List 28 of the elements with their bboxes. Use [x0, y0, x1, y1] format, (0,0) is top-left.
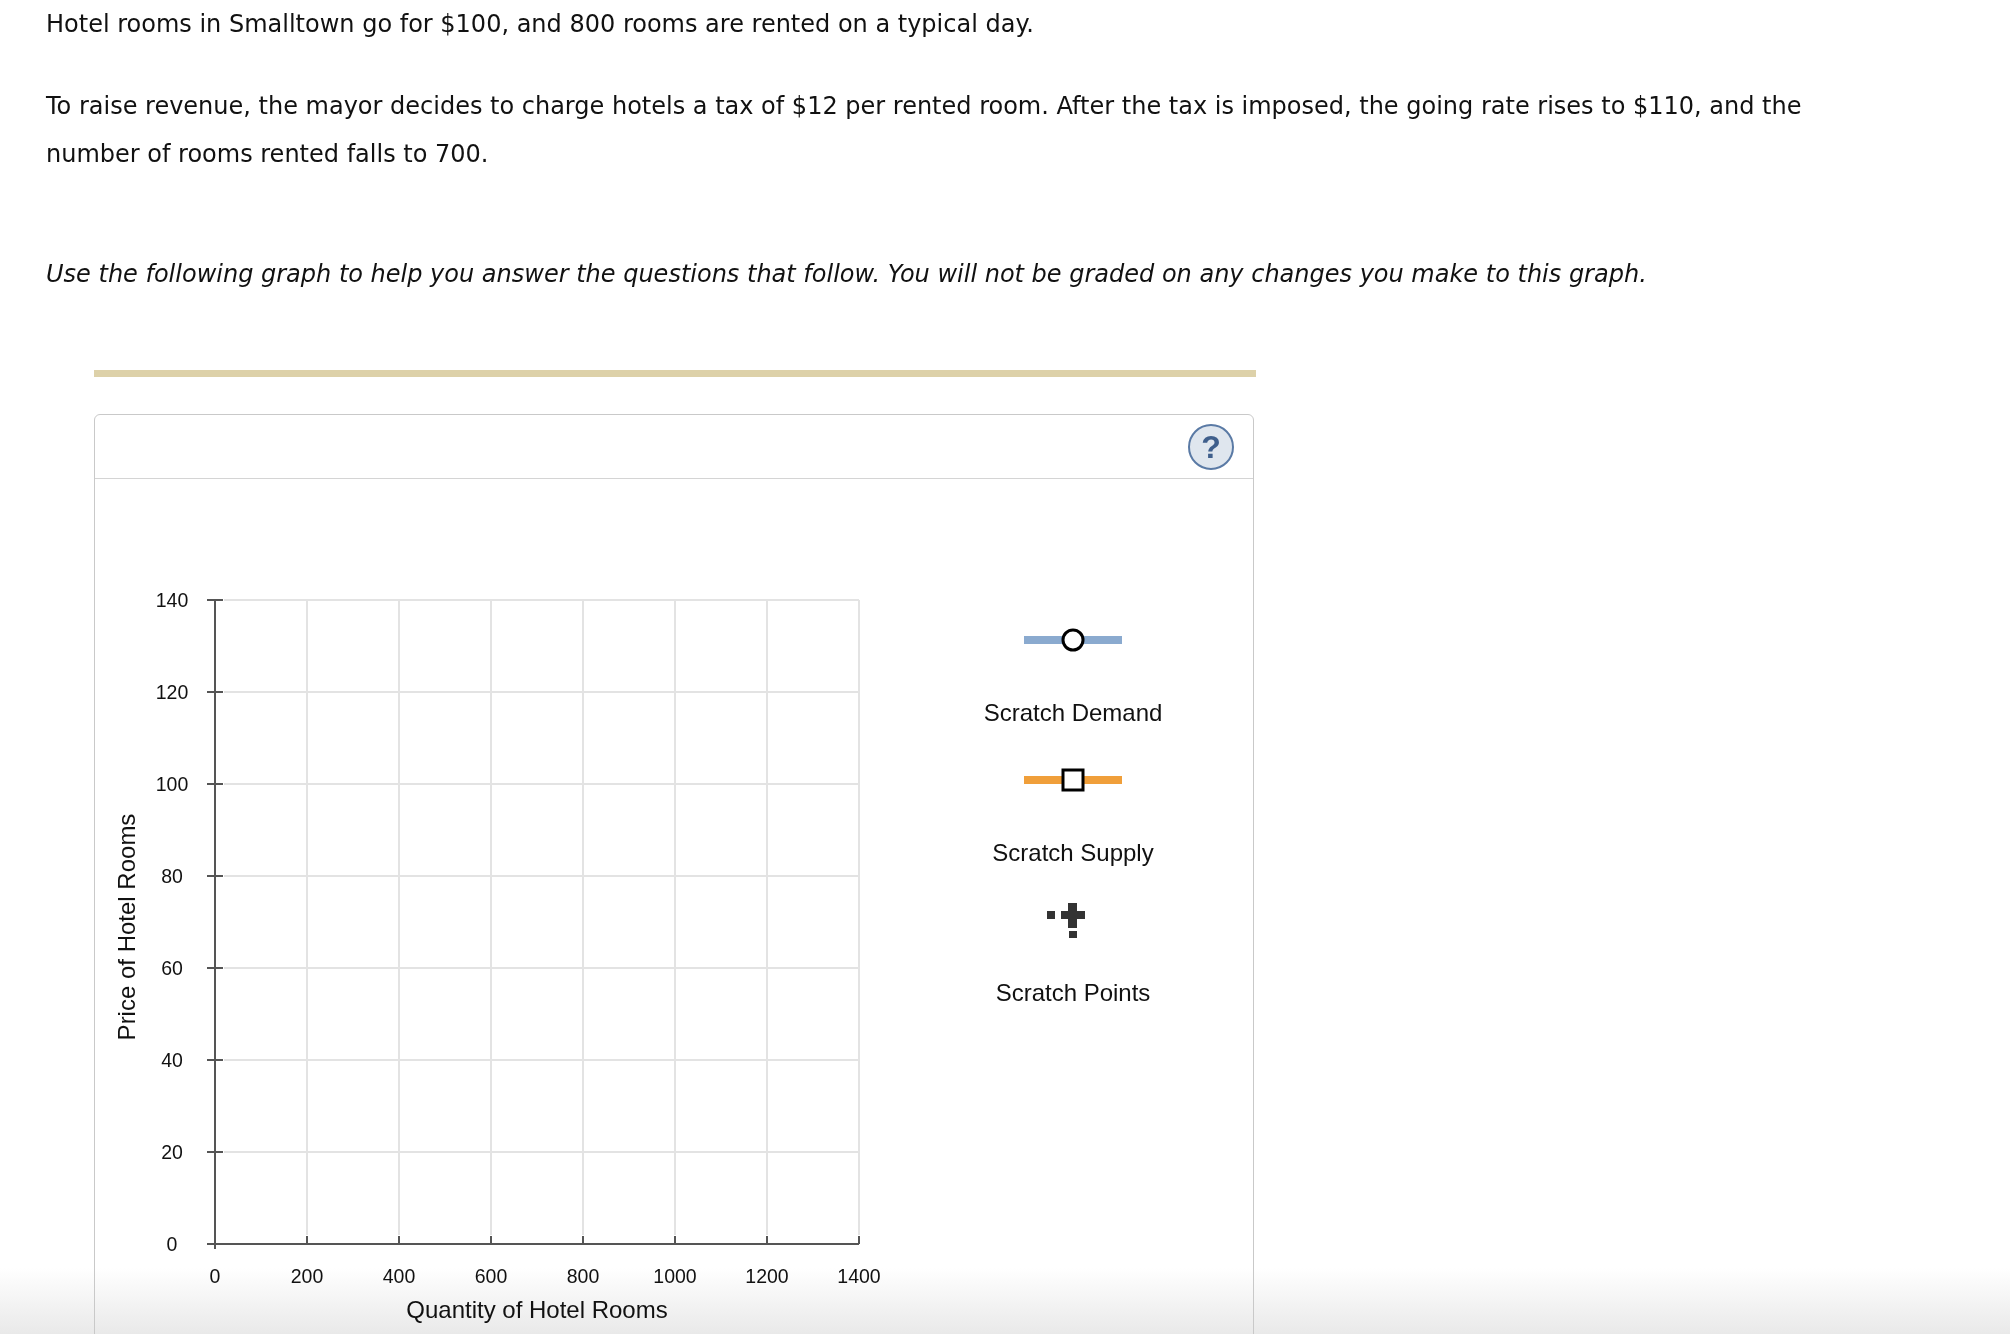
instruction-text: Use the following graph to help you answer the questions that follow. You will not be graded on any changes you make to this graph.: [46, 259, 1648, 290]
y-axis-title: Price of Hotel Rooms: [112, 813, 140, 1041]
x-tick-label: 1000: [653, 1265, 697, 1287]
tool-label: Scratch Supply: [992, 839, 1154, 867]
y-tick-label: 80: [161, 865, 183, 887]
x-tick-label: 1200: [745, 1265, 789, 1287]
help-button[interactable]: ?: [1188, 423, 1234, 470]
y-tick-label: 60: [161, 957, 183, 979]
y-tick-label: 0: [166, 1233, 178, 1255]
tool-label: Scratch Points: [995, 979, 1151, 1007]
y-tick-label: 140: [155, 589, 189, 611]
y-tick-label: 120: [155, 681, 189, 703]
line-with-square-icon[interactable]: [1024, 768, 1122, 792]
question-paragraph: To raise revenue, the mayor decides to charge hotels a tax of $12 per rented room. After the tax is imposed, the going rate rises to $110, and the number of rooms rented falls to 700.: [46, 91, 1803, 170]
y-tick-label: 20: [161, 1141, 183, 1163]
plus-with-dots-icon[interactable]: [1047, 902, 1085, 938]
question-paragraph: Hotel rooms in Smalltown go for $100, and 800 rooms are rented on a typical day.: [46, 9, 1035, 40]
x-tick-label: 1400: [837, 1265, 881, 1287]
line-with-circle-icon[interactable]: [1024, 628, 1122, 652]
x-tick-label: 200: [290, 1265, 324, 1287]
y-tick-label: 40: [161, 1049, 183, 1071]
x-axis-title: Quantity of Hotel Rooms: [406, 1296, 668, 1323]
y-tick-label: 100: [155, 773, 189, 795]
x-tick-label: 600: [474, 1265, 508, 1287]
x-tick-label: 0: [209, 1265, 221, 1287]
tool-label: Scratch Demand: [983, 699, 1163, 727]
x-tick-label: 800: [566, 1265, 600, 1287]
x-tick-label: 400: [382, 1265, 416, 1287]
